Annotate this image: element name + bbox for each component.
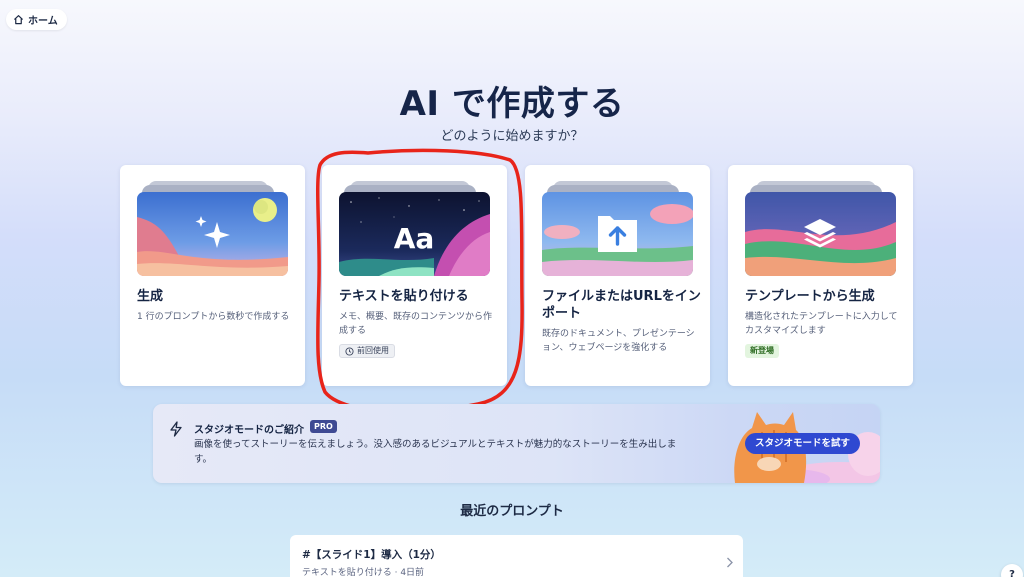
card-description: 構造化されたテンプレートに入力してカスタマイズします bbox=[745, 312, 898, 336]
last-used-badge: 前回使用 bbox=[339, 344, 395, 358]
recent-prompt-item[interactable]: #【スライド1】導入（1分） テキストを貼り付ける · 4日前 bbox=[290, 535, 743, 577]
card-from-template[interactable]: テンプレートから生成 構造化されたテンプレートに入力してカスタマイズします 新登… bbox=[728, 165, 913, 386]
pro-badge: PRO bbox=[310, 420, 337, 433]
card-thumbnail: Aa bbox=[339, 192, 490, 276]
prompt-title: #【スライド1】導入（1分） bbox=[302, 549, 441, 561]
help-button[interactable]: ? bbox=[1001, 564, 1023, 577]
card-title: テンプレートから生成 bbox=[745, 289, 875, 304]
card-title: 生成 bbox=[137, 289, 164, 304]
card-thumbnail bbox=[745, 192, 896, 276]
card-description: メモ、概要、既存のコンテンツから作成する bbox=[339, 312, 493, 336]
card-thumbnail bbox=[542, 192, 693, 276]
studio-mode-banner[interactable]: スタジオモードのご紹介 PRO 画像を使ってストーリーを伝えましょう。没入感のあ… bbox=[153, 404, 880, 483]
bolt-icon bbox=[170, 421, 182, 437]
card-title: ファイルまたはURLをインポート bbox=[542, 289, 701, 321]
home-icon bbox=[13, 15, 24, 25]
studio-description: 画像を使ってストーリーを伝えましょう。没入感のあるビジュアルとテキストが魅力的な… bbox=[194, 439, 677, 465]
card-paste-text[interactable]: Aa テキストを貼り付ける メモ、概要、既存のコンテンツから作成する 前回使用 bbox=[322, 165, 507, 386]
text-aa-icon: Aa bbox=[394, 222, 435, 255]
card-title: テキストを貼り付ける bbox=[339, 289, 469, 304]
home-label: ホーム bbox=[28, 16, 58, 27]
try-studio-mode-button[interactable]: スタジオモードを試す bbox=[745, 433, 861, 454]
card-import-file[interactable]: ファイルまたはURLをインポート 既存のドキュメント、プレゼンテーション、ウェブ… bbox=[525, 165, 710, 386]
recent-prompts-title: 最近のプロンプト bbox=[460, 504, 564, 519]
clock-icon bbox=[345, 346, 354, 356]
page-subtitle: どのように始めますか？ bbox=[440, 129, 584, 144]
card-description: 既存のドキュメント、プレゼンテーション、ウェブページを強化する bbox=[542, 329, 695, 353]
card-description: 1 行のプロンプトから数秒で作成する bbox=[137, 312, 290, 322]
prompt-meta: テキストを貼り付ける · 4日前 bbox=[302, 568, 425, 577]
chevron-right-icon bbox=[727, 557, 733, 568]
card-thumbnail bbox=[137, 192, 288, 276]
card-generate[interactable]: 生成 1 行のプロンプトから数秒で作成する bbox=[120, 165, 305, 386]
studio-title: スタジオモードのご紹介 bbox=[194, 425, 304, 436]
upload-folder-icon bbox=[598, 216, 637, 252]
page-title: AI で作成する bbox=[399, 84, 625, 124]
new-badge: 新登場 bbox=[745, 344, 779, 358]
home-button[interactable]: ホーム bbox=[6, 9, 67, 30]
